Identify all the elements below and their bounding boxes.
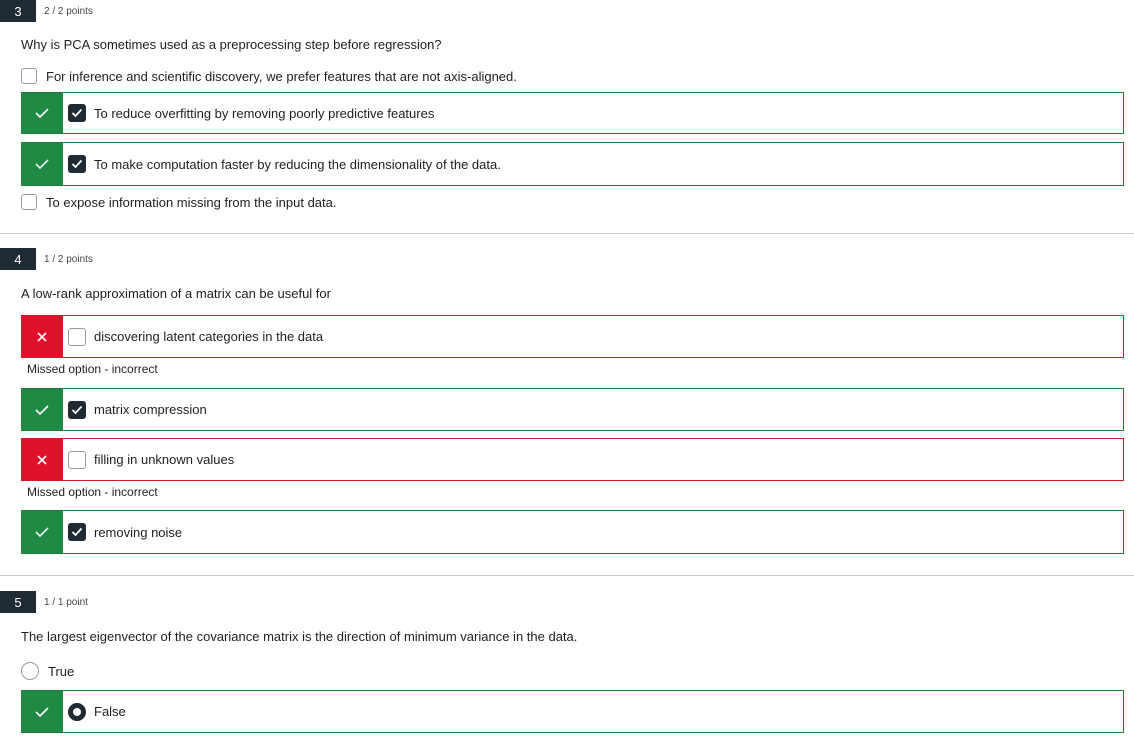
points-label: 1 / 2 points bbox=[44, 254, 93, 265]
question-divider bbox=[0, 575, 1134, 576]
option-label: To expose information missing from the i… bbox=[46, 194, 337, 210]
points-label: 2 / 2 points bbox=[44, 6, 93, 17]
option-correct[interactable]: To make computation faster by reducing t… bbox=[21, 142, 1124, 186]
option-incorrect[interactable]: discovering latent categories in the dat… bbox=[21, 315, 1124, 358]
question-number-badge: 3 bbox=[0, 0, 36, 22]
option-label: To make computation faster by reducing t… bbox=[94, 156, 501, 172]
feedback-text: Missed option - incorrect bbox=[27, 485, 158, 499]
option-correct[interactable]: removing noise bbox=[21, 510, 1124, 554]
option-incorrect[interactable]: filling in unknown values bbox=[21, 438, 1124, 481]
question-text: Why is PCA sometimes used as a preproces… bbox=[21, 37, 442, 52]
checkbox-checked[interactable] bbox=[68, 523, 86, 541]
option-label: True bbox=[48, 663, 75, 679]
option-label: For inference and scientific discovery, … bbox=[46, 68, 517, 84]
question-number-badge: 5 bbox=[0, 591, 36, 613]
check-icon bbox=[21, 389, 63, 430]
check-icon bbox=[21, 691, 63, 732]
checkbox-unchecked[interactable] bbox=[21, 68, 37, 84]
radio-unselected[interactable] bbox=[21, 662, 39, 680]
question-divider bbox=[0, 233, 1134, 234]
radio-selected[interactable] bbox=[68, 702, 86, 721]
checkbox-checked[interactable] bbox=[68, 104, 86, 122]
check-icon bbox=[21, 511, 63, 553]
option-label: discovering latent categories in the dat… bbox=[94, 329, 324, 344]
question-text: A low-rank approximation of a matrix can… bbox=[21, 286, 331, 301]
check-icon bbox=[21, 93, 63, 133]
points-label: 1 / 1 point bbox=[44, 597, 88, 608]
option-correct[interactable]: False bbox=[21, 690, 1124, 733]
option-label: removing noise bbox=[94, 524, 183, 540]
x-icon bbox=[21, 439, 63, 480]
checkbox-unchecked[interactable] bbox=[21, 194, 37, 210]
option-correct[interactable]: matrix compression bbox=[21, 388, 1124, 431]
option-radio[interactable]: True bbox=[21, 660, 74, 682]
question-text: The largest eigenvector of the covarianc… bbox=[21, 629, 578, 644]
checkbox-checked[interactable] bbox=[68, 155, 86, 173]
x-icon bbox=[21, 316, 63, 357]
option-correct[interactable]: To reduce overfitting by removing poorly… bbox=[21, 92, 1124, 134]
feedback-text: Missed option - incorrect bbox=[27, 362, 158, 376]
option-label: filling in unknown values bbox=[94, 452, 235, 467]
option-checkbox[interactable]: For inference and scientific discovery, … bbox=[21, 65, 517, 87]
checkbox-unchecked[interactable] bbox=[68, 327, 86, 346]
option-label: matrix compression bbox=[94, 402, 207, 417]
option-checkbox[interactable]: To expose information missing from the i… bbox=[21, 191, 336, 213]
question-number-badge: 4 bbox=[0, 248, 36, 270]
option-label: To reduce overfitting by removing poorly… bbox=[94, 105, 435, 121]
check-icon bbox=[21, 143, 63, 185]
option-label: False bbox=[94, 704, 126, 719]
checkbox-checked[interactable] bbox=[68, 400, 86, 419]
checkbox-unchecked[interactable] bbox=[68, 450, 86, 469]
